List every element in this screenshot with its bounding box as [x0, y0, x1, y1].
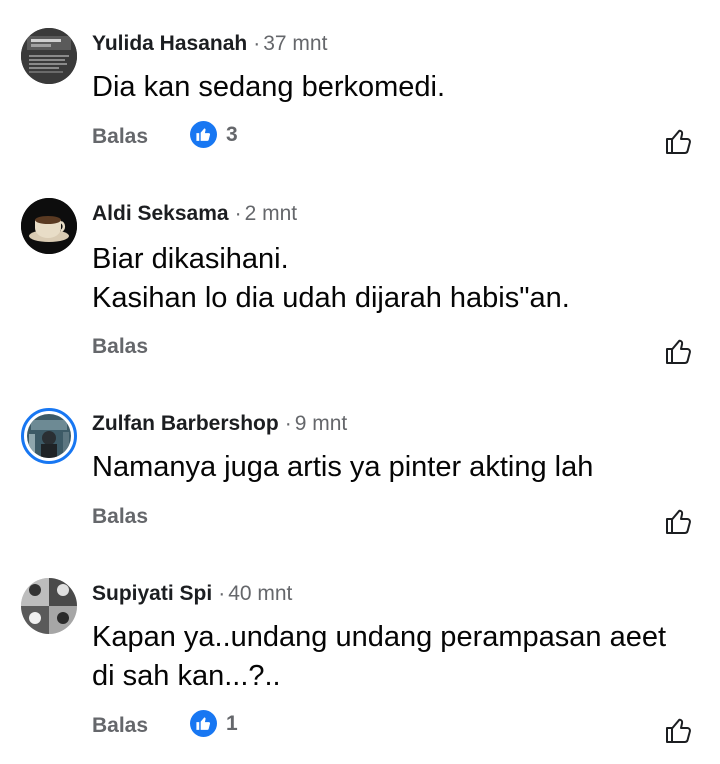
reaction-summary[interactable]: 3	[190, 121, 238, 148]
avatar[interactable]	[21, 578, 77, 634]
reply-button[interactable]: Balas	[92, 505, 148, 529]
reply-button[interactable]: Balas	[92, 335, 148, 359]
timestamp[interactable]: 37 mnt	[263, 32, 327, 55]
reply-button[interactable]: Balas	[92, 125, 148, 149]
thumbs-up-outline-icon[interactable]	[664, 336, 694, 366]
comment-header: Zulfan Barbershop · 9 mnt	[92, 412, 347, 436]
comment-text: Biar dikasihani. Kasihan lo dia udah dij…	[92, 240, 570, 318]
thumbs-up-outline-icon[interactable]	[664, 126, 694, 156]
timestamp[interactable]: 2 mnt	[245, 202, 298, 225]
separator-dot: ·	[253, 32, 261, 55]
coffee-cup-avatar-image	[21, 198, 77, 254]
photo-avatar-image	[27, 414, 71, 458]
thumbs-up-outline-icon[interactable]	[664, 506, 694, 536]
comment-line: Dia kan sedang berkomedi.	[92, 71, 446, 103]
avatar[interactable]	[21, 28, 77, 84]
timestamp[interactable]: 9 mnt	[295, 412, 348, 435]
comment-line: Namanya juga artis ya pinter akting lah	[92, 451, 594, 483]
author-name[interactable]: Aldi Seksama	[92, 202, 229, 225]
comment-line: Kasihan lo dia udah dijarah habis"an.	[92, 282, 570, 314]
reaction-count: 1	[226, 711, 238, 735]
comment-line: Kapan ya..undang undang perampasan aeet	[92, 621, 667, 653]
separator-dot: ·	[234, 202, 242, 225]
author-name[interactable]: Zulfan Barbershop	[92, 412, 279, 435]
separator-dot: ·	[218, 582, 226, 605]
reaction-count: 3	[226, 122, 238, 146]
comment-header: Yulida Hasanah · 37 mnt	[92, 32, 327, 56]
comment-text: Dia kan sedang berkomedi.	[92, 68, 445, 107]
thumbs-up-filled-icon	[190, 121, 217, 148]
avatar[interactable]	[21, 198, 77, 254]
comment-text: Kapan ya..undang undang perampasan aeet …	[92, 618, 666, 696]
author-name[interactable]: Supiyati Spi	[92, 582, 212, 605]
comment-line: Biar dikasihani.	[92, 243, 289, 275]
comment-line: di sah kan...?..	[92, 660, 281, 692]
poster-avatar-image	[21, 28, 77, 84]
separator-dot: ·	[284, 412, 292, 435]
timestamp[interactable]: 40 mnt	[228, 582, 292, 605]
author-name[interactable]: Yulida Hasanah	[92, 32, 247, 55]
comment-text: Namanya juga artis ya pinter akting lah	[92, 448, 593, 487]
avatar[interactable]	[21, 408, 77, 464]
comment-header: Aldi Seksama · 2 mnt	[92, 202, 297, 226]
reply-button[interactable]: Balas	[92, 714, 148, 738]
thumbs-up-outline-icon[interactable]	[664, 715, 694, 745]
thumbs-up-filled-icon	[190, 710, 217, 737]
comment-header: Supiyati Spi · 40 mnt	[92, 582, 292, 606]
collage-avatar-image	[21, 578, 77, 634]
reaction-summary[interactable]: 1	[190, 710, 238, 737]
